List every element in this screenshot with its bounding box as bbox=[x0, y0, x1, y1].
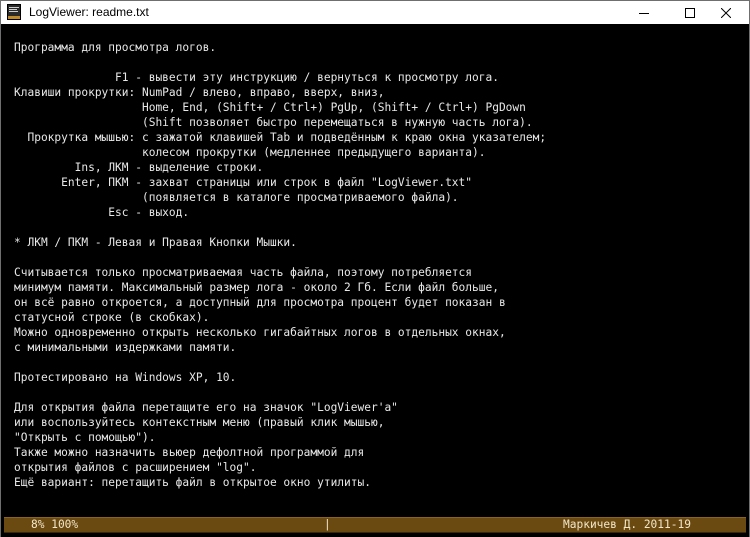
log-line[interactable]: Клавиши прокрутки: NumPad / влево, вправ… bbox=[14, 85, 546, 100]
log-line[interactable]: (Shift позволяет быстро перемещаться в н… bbox=[14, 115, 546, 130]
status-separator: | bbox=[324, 518, 331, 531]
log-line[interactable] bbox=[14, 355, 546, 370]
log-line[interactable] bbox=[14, 250, 546, 265]
status-bar-panel: 8% 100% | Маркичев Д. 2011-19 bbox=[4, 517, 746, 533]
status-bar: 8% 100% | Маркичев Д. 2011-19 bbox=[1, 514, 749, 537]
close-button[interactable] bbox=[703, 1, 749, 24]
log-line[interactable]: Протестировано на Windows XP, 10. bbox=[14, 370, 546, 385]
log-line[interactable]: с минимальными издержками памяти. bbox=[14, 340, 546, 355]
log-line[interactable]: Ins, ЛКМ - выделение строки. bbox=[14, 160, 546, 175]
log-line[interactable]: Также можно назначить вьюер дефолтной пр… bbox=[14, 445, 546, 460]
log-line[interactable]: он всё равно откроется, а доступный для … bbox=[14, 295, 546, 310]
log-line[interactable]: Ещё вариант: перетащить файл в открытое … bbox=[14, 475, 546, 490]
app-window: LogViewer: readme.txt Программа для прос… bbox=[0, 0, 750, 537]
log-line[interactable]: Программа для просмотра логов. bbox=[14, 40, 546, 55]
status-progress: 8% 100% bbox=[31, 518, 79, 531]
log-line[interactable]: минимум памяти. Максимальный размер лога… bbox=[14, 280, 546, 295]
status-credits: Маркичев Д. 2011-19 bbox=[563, 518, 691, 531]
close-icon bbox=[721, 7, 731, 18]
log-line[interactable] bbox=[14, 385, 546, 400]
minimize-icon bbox=[639, 12, 649, 14]
log-line[interactable]: Можно одновременно открыть несколько гиг… bbox=[14, 325, 546, 340]
log-line[interactable]: * ЛКМ / ПКМ - Левая и Правая Кнопки Мышк… bbox=[14, 235, 546, 250]
minimize-button[interactable] bbox=[621, 1, 667, 24]
log-line[interactable]: Home, End, (Shift+ / Ctrl+) PgUp, (Shift… bbox=[14, 100, 546, 115]
log-line[interactable]: статусной строке (в скобках). bbox=[14, 310, 546, 325]
log-line[interactable]: Enter, ПКМ - захват страницы или строк в… bbox=[14, 175, 546, 190]
log-line[interactable]: F1 - вывести эту инструкцию / вернуться … bbox=[14, 70, 546, 85]
log-line[interactable]: "Открыть с помощью"). bbox=[14, 430, 546, 445]
log-line[interactable]: (появляется в каталоге просматриваемого … bbox=[14, 190, 546, 205]
app-icon bbox=[7, 4, 21, 20]
log-line[interactable] bbox=[14, 220, 546, 235]
log-text: Программа для просмотра логов. F1 - выве… bbox=[14, 40, 546, 490]
log-view[interactable]: Программа для просмотра логов. F1 - выве… bbox=[1, 24, 749, 514]
log-line[interactable]: Прокрутка мышью: с зажатой клавишей Tab … bbox=[14, 130, 546, 145]
log-line[interactable]: Считывается только просматриваемая часть… bbox=[14, 265, 546, 280]
log-line[interactable] bbox=[14, 55, 546, 70]
title-bar[interactable]: LogViewer: readme.txt bbox=[1, 1, 749, 24]
log-line[interactable]: Esc - выход. bbox=[14, 205, 546, 220]
log-line[interactable]: или воспользуйтесь контекстным меню (пра… bbox=[14, 415, 546, 430]
log-line[interactable]: Для открытия файла перетащите его на зна… bbox=[14, 400, 546, 415]
window-title: LogViewer: readme.txt bbox=[29, 5, 149, 19]
log-line[interactable]: колесом прокрутки (медленнее предыдущего… bbox=[14, 145, 546, 160]
log-line[interactable]: открытия файлов с расширением "log". bbox=[14, 460, 546, 475]
maximize-icon bbox=[685, 7, 695, 18]
